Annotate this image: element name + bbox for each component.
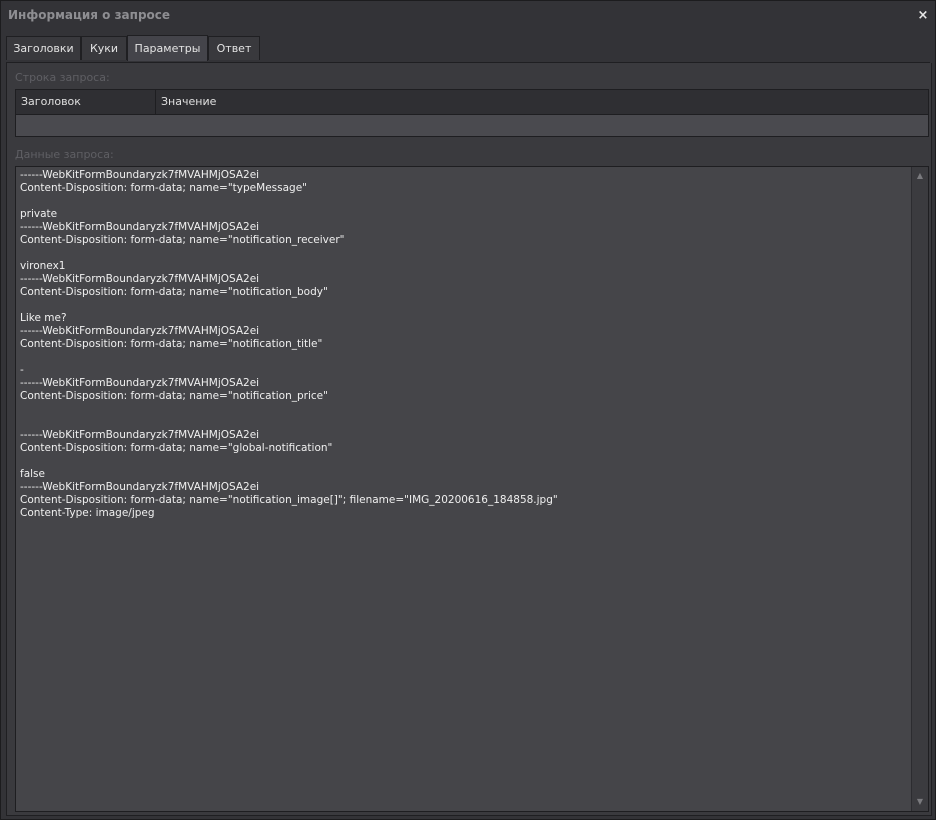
tab-headers[interactable]: Заголовки <box>6 36 81 60</box>
tab-bar: Заголовки Куки Параметры Ответ <box>6 35 930 63</box>
close-icon[interactable]: × <box>913 6 933 26</box>
request-info-dialog: Информация о запросе × Заголовки Куки Па… <box>0 0 936 820</box>
query-string-label: Строка запроса: <box>15 71 110 84</box>
scroll-up-icon[interactable]: ▲ <box>912 169 928 183</box>
tab-response[interactable]: Ответ <box>208 36 260 60</box>
query-string-table: Заголовок Значение <box>15 89 929 137</box>
dialog-title: Информация о запросе <box>8 8 171 22</box>
vertical-scrollbar[interactable]: ▲ ▼ <box>911 167 928 811</box>
title-bar: Информация о запросе × <box>1 1 935 31</box>
request-data-text[interactable]: ------WebKitFormBoundaryzk7fMVAHMjOSA2ei… <box>20 169 906 807</box>
tab-parameters[interactable]: Параметры <box>127 35 208 61</box>
tab-cookies[interactable]: Куки <box>81 36 127 60</box>
scroll-down-icon[interactable]: ▼ <box>912 795 928 809</box>
column-header-name[interactable]: Заголовок <box>16 90 156 114</box>
table-header: Заголовок Значение <box>16 90 928 115</box>
table-body-empty[interactable] <box>16 115 928 136</box>
tab-content-parameters: Строка запроса: Заголовок Значение Данны… <box>6 63 932 816</box>
column-header-value[interactable]: Значение <box>156 90 928 114</box>
request-data-textarea[interactable]: ------WebKitFormBoundaryzk7fMVAHMjOSA2ei… <box>15 166 929 812</box>
request-data-label: Данные запроса: <box>15 148 114 161</box>
